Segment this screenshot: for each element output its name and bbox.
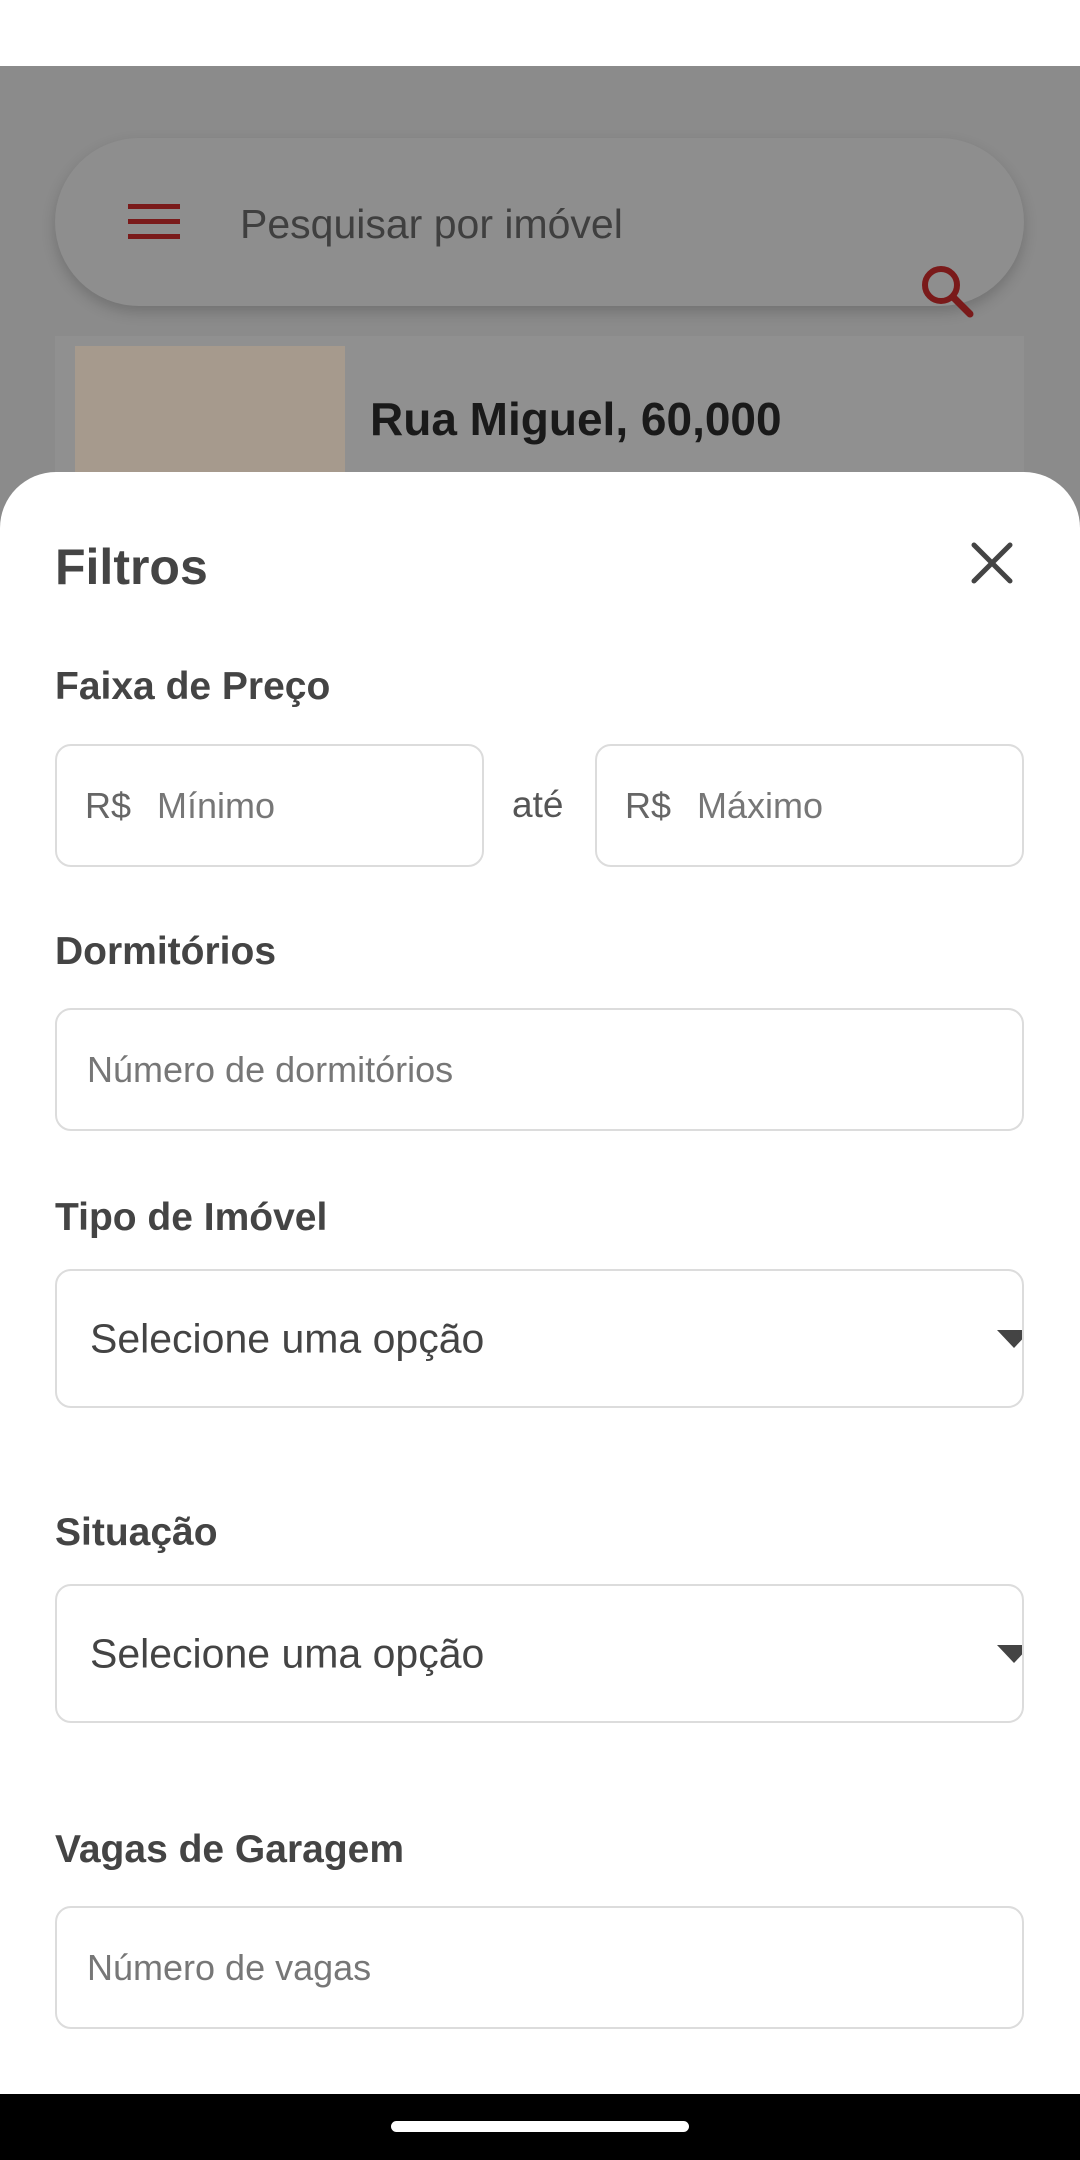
price-max-field[interactable]: R$ xyxy=(595,744,1024,867)
sheet-title: Filtros xyxy=(55,539,208,595)
property-type-value: Selecione uma opção xyxy=(90,1315,485,1361)
menu-icon[interactable] xyxy=(128,202,180,242)
bedrooms-input[interactable] xyxy=(87,1010,992,1129)
chevron-down-icon xyxy=(997,1329,1022,1348)
status-label: Situação xyxy=(55,1511,218,1554)
result-title: Rua Miguel, 60,000 xyxy=(370,393,782,445)
home-indicator[interactable] xyxy=(391,2121,689,2132)
property-type-label: Tipo de Imóvel xyxy=(55,1196,328,1239)
search-input[interactable]: Pesquisar por imóvel xyxy=(240,200,623,248)
status-value: Selecione uma opção xyxy=(90,1630,485,1676)
currency-prefix: R$ xyxy=(85,784,132,826)
parking-input[interactable] xyxy=(87,1908,992,2027)
search-icon[interactable] xyxy=(918,262,974,318)
currency-prefix: R$ xyxy=(625,784,672,826)
price-min-input[interactable] xyxy=(157,746,466,865)
status-select[interactable]: Selecione uma opção xyxy=(55,1584,1024,1723)
status-bar xyxy=(0,0,1080,66)
chevron-down-icon xyxy=(997,1644,1022,1663)
property-type-select[interactable]: Selecione uma opção xyxy=(55,1269,1024,1408)
close-icon[interactable] xyxy=(964,535,1020,591)
bedrooms-field[interactable] xyxy=(55,1008,1024,1131)
price-min-field[interactable]: R$ xyxy=(55,744,484,867)
price-range-label: Faixa de Preço xyxy=(55,665,331,708)
parking-label: Vagas de Garagem xyxy=(55,1828,405,1871)
range-separator: até xyxy=(512,784,564,825)
parking-field[interactable] xyxy=(55,1906,1024,2029)
bedrooms-label: Dormitórios xyxy=(55,930,277,973)
price-max-input[interactable] xyxy=(697,746,1006,865)
